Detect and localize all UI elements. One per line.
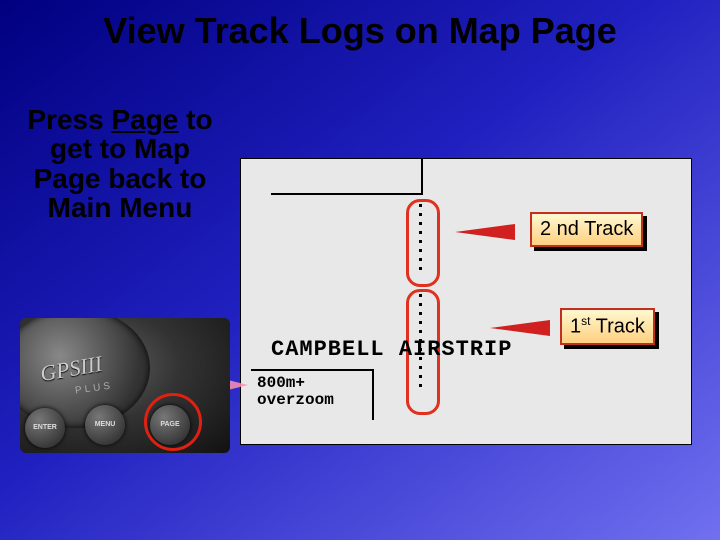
slide-title: View Track Logs on Map Page — [0, 10, 720, 52]
callout-track-2: 2 nd Track — [530, 212, 643, 247]
arrow-to-track-2 — [455, 224, 515, 240]
callout-track-1: 1st Track — [560, 308, 655, 345]
map-place-label: CAMPBELL AIRSTRIP — [271, 337, 512, 362]
track-2-highlight — [406, 199, 440, 287]
page-button-highlight-circle — [144, 393, 202, 451]
arrow-to-track-1 — [490, 320, 550, 336]
enter-button[interactable]: ENTER — [25, 408, 65, 448]
instruction-text: Press Page to get to Map Page back to Ma… — [25, 105, 215, 223]
zoom-scale: 800m+ — [257, 374, 305, 392]
zoom-indicator: 800m+ overzoom — [251, 369, 374, 420]
zoom-status: overzoom — [257, 391, 334, 409]
menu-button[interactable]: MENU — [85, 405, 125, 445]
map-frame-corner — [271, 158, 423, 195]
gps-map-screenshot: CAMPBELL AIRSTRIP 800m+ overzoom — [240, 158, 692, 445]
gps-device-photo: GPSIII PLUS ENTER MENU PAGE — [20, 318, 230, 453]
